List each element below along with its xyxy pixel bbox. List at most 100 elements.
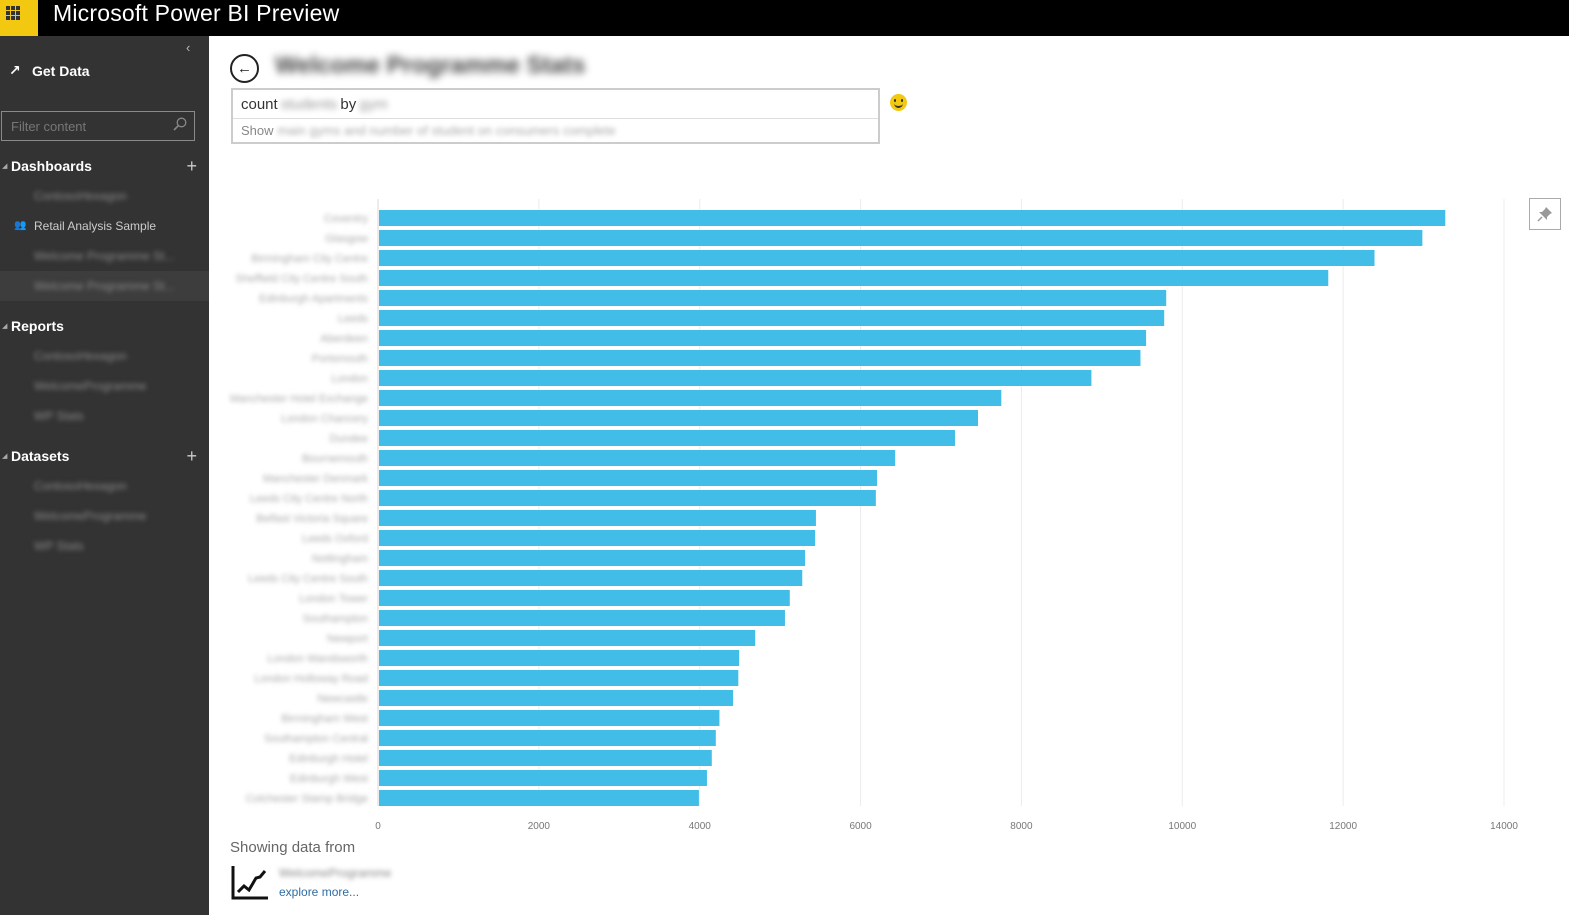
- x-tick-label: 6000: [849, 821, 872, 832]
- y-category-label: London Holloway Road: [254, 673, 368, 685]
- y-category-label: Leeds: [338, 313, 368, 325]
- bar[interactable]: [379, 750, 712, 766]
- bar[interactable]: [379, 410, 978, 426]
- add-dashboard-button[interactable]: +: [186, 155, 197, 177]
- bar[interactable]: [379, 630, 756, 646]
- bar[interactable]: [379, 290, 1167, 306]
- bar[interactable]: [379, 250, 1375, 266]
- search-icon[interactable]: [173, 117, 187, 131]
- bar[interactable]: [379, 430, 956, 446]
- qa-box: count students by gym Show main gyms and…: [231, 88, 880, 144]
- y-category-label: Belfast Victoria Square: [256, 513, 368, 525]
- sidebar-item-report[interactable]: ContosoHexagon: [0, 341, 209, 371]
- sidebar-item-dashboard-selected[interactable]: Welcome Programme St...: [0, 271, 209, 301]
- sidebar-item-label: ContosoHexagon: [34, 189, 127, 203]
- get-data-label: Get Data: [32, 62, 90, 79]
- source-dataset-name: WelcomeProgramme: [279, 866, 392, 880]
- bar[interactable]: [379, 690, 734, 706]
- bar[interactable]: [379, 370, 1092, 386]
- sidebar-item-label: ContosoHexagon: [34, 479, 127, 493]
- y-category-label: Newport: [327, 633, 368, 645]
- bar-chart: 0 2000 4000 6000 8000 10000 12000 14000 Coventry…: [230, 199, 1518, 832]
- bar[interactable]: [379, 390, 1002, 406]
- bar[interactable]: [379, 270, 1329, 286]
- reports-header[interactable]: ◢ Reports: [0, 315, 209, 337]
- bar[interactable]: [379, 210, 1446, 226]
- section-dashboards: ◢ Dashboards + ContosoHexagon 👥 Retail An…: [0, 155, 209, 301]
- bar[interactable]: [379, 610, 785, 626]
- section-reports: ◢ Reports ContosoHexagon WelcomeProgramm…: [0, 315, 209, 431]
- collapse-sidebar-icon[interactable]: ‹: [186, 40, 190, 55]
- suggestion-text-redacted: main gyms and number of student on consu…: [277, 123, 616, 138]
- bar[interactable]: [379, 650, 740, 666]
- bar[interactable]: [379, 670, 739, 686]
- bar[interactable]: [379, 350, 1141, 366]
- sidebar-item-label: Welcome Programme St...: [34, 249, 175, 263]
- x-tick-label: 10000: [1168, 821, 1196, 832]
- bar[interactable]: [379, 710, 720, 726]
- sidebar-item-dashboard[interactable]: Welcome Programme St...: [0, 241, 209, 271]
- y-category-label: Southampton Central: [264, 733, 368, 745]
- bar[interactable]: [379, 450, 896, 466]
- sidebar-item-dataset[interactable]: WP Stats: [0, 531, 209, 561]
- top-bar: Microsoft Power BI Preview: [0, 0, 1569, 36]
- query-text: by: [340, 95, 357, 113]
- dashboard-title: Welcome Programme Stats: [275, 52, 586, 79]
- x-tick-label: 12000: [1329, 821, 1357, 832]
- bar[interactable]: [379, 770, 707, 786]
- bar[interactable]: [379, 230, 1423, 246]
- reports-label: Reports: [11, 318, 64, 334]
- y-category-label: Manchester Denmark: [263, 473, 369, 485]
- pin-visual-button[interactable]: [1529, 198, 1561, 230]
- x-tick-label: 4000: [689, 821, 712, 832]
- expand-triangle-icon: ◢: [2, 453, 8, 460]
- qa-suggestion[interactable]: Show main gyms and number of student on …: [233, 119, 878, 142]
- x-tick-label: 0: [375, 821, 381, 832]
- y-category-label: Glasgow: [325, 233, 368, 245]
- y-category-label: Birmingham West: [281, 713, 368, 725]
- x-tick-label: 8000: [1010, 821, 1033, 832]
- y-category-label: Manchester Hotel Exchange: [230, 393, 368, 405]
- y-category-label: Edinburgh West: [290, 773, 368, 785]
- sidebar-item-dataset[interactable]: ContosoHexagon: [0, 471, 209, 501]
- y-category-label: Dundee: [329, 433, 368, 445]
- bar[interactable]: [379, 570, 803, 586]
- suggestion-text: Show: [241, 123, 274, 138]
- y-category-label: Sheffield City Centre South: [236, 273, 368, 285]
- bar[interactable]: [379, 550, 806, 566]
- sidebar-item-dataset[interactable]: WelcomeProgramme: [0, 501, 209, 531]
- bar[interactable]: [379, 470, 878, 486]
- sidebar-item-dashboard[interactable]: ContosoHexagon: [0, 181, 209, 211]
- dashboards-label: Dashboards: [11, 158, 92, 174]
- main-content: 0 2000 4000 6000 8000 10000 12000 14000 Coventry…: [209, 36, 1569, 915]
- query-text: count: [241, 95, 278, 113]
- y-category-label: Leeds Oxford: [302, 533, 368, 545]
- bar[interactable]: [379, 510, 816, 526]
- y-category-label: London Wandsworth: [268, 653, 369, 665]
- explore-more-link[interactable]: explore more...: [279, 885, 359, 899]
- bar[interactable]: [379, 490, 876, 506]
- sidebar-item-label: WelcomeProgramme: [34, 379, 147, 393]
- app-launcher-icon: [6, 6, 20, 20]
- bar[interactable]: [379, 790, 699, 806]
- y-category-label: Aberdeen: [320, 333, 368, 345]
- sidebar-item-retail-analysis-sample[interactable]: 👥 Retail Analysis Sample: [0, 211, 209, 241]
- y-category-label: London Tower: [299, 593, 368, 605]
- app-launcher-button[interactable]: [0, 0, 38, 36]
- sidebar-item-report[interactable]: WelcomeProgramme: [0, 371, 209, 401]
- add-dataset-button[interactable]: +: [186, 445, 197, 467]
- bar[interactable]: [379, 330, 1147, 346]
- bar[interactable]: [379, 730, 716, 746]
- bar[interactable]: [379, 530, 816, 546]
- get-data-button[interactable]: ↗ Get Data: [9, 62, 90, 79]
- sidebar-item-report[interactable]: WP Stats: [0, 401, 209, 431]
- back-button[interactable]: ←: [230, 54, 259, 83]
- bar[interactable]: [379, 590, 790, 606]
- filter-content-input[interactable]: [2, 118, 162, 134]
- bar[interactable]: [379, 310, 1165, 326]
- sidebar-item-label: WP Stats: [34, 409, 84, 423]
- qa-question-input[interactable]: count students by gym: [233, 90, 878, 119]
- dashboards-header[interactable]: ◢ Dashboards +: [0, 155, 209, 177]
- datasets-header[interactable]: ◢ Datasets +: [0, 445, 209, 467]
- feedback-smiley-icon[interactable]: [890, 94, 907, 111]
